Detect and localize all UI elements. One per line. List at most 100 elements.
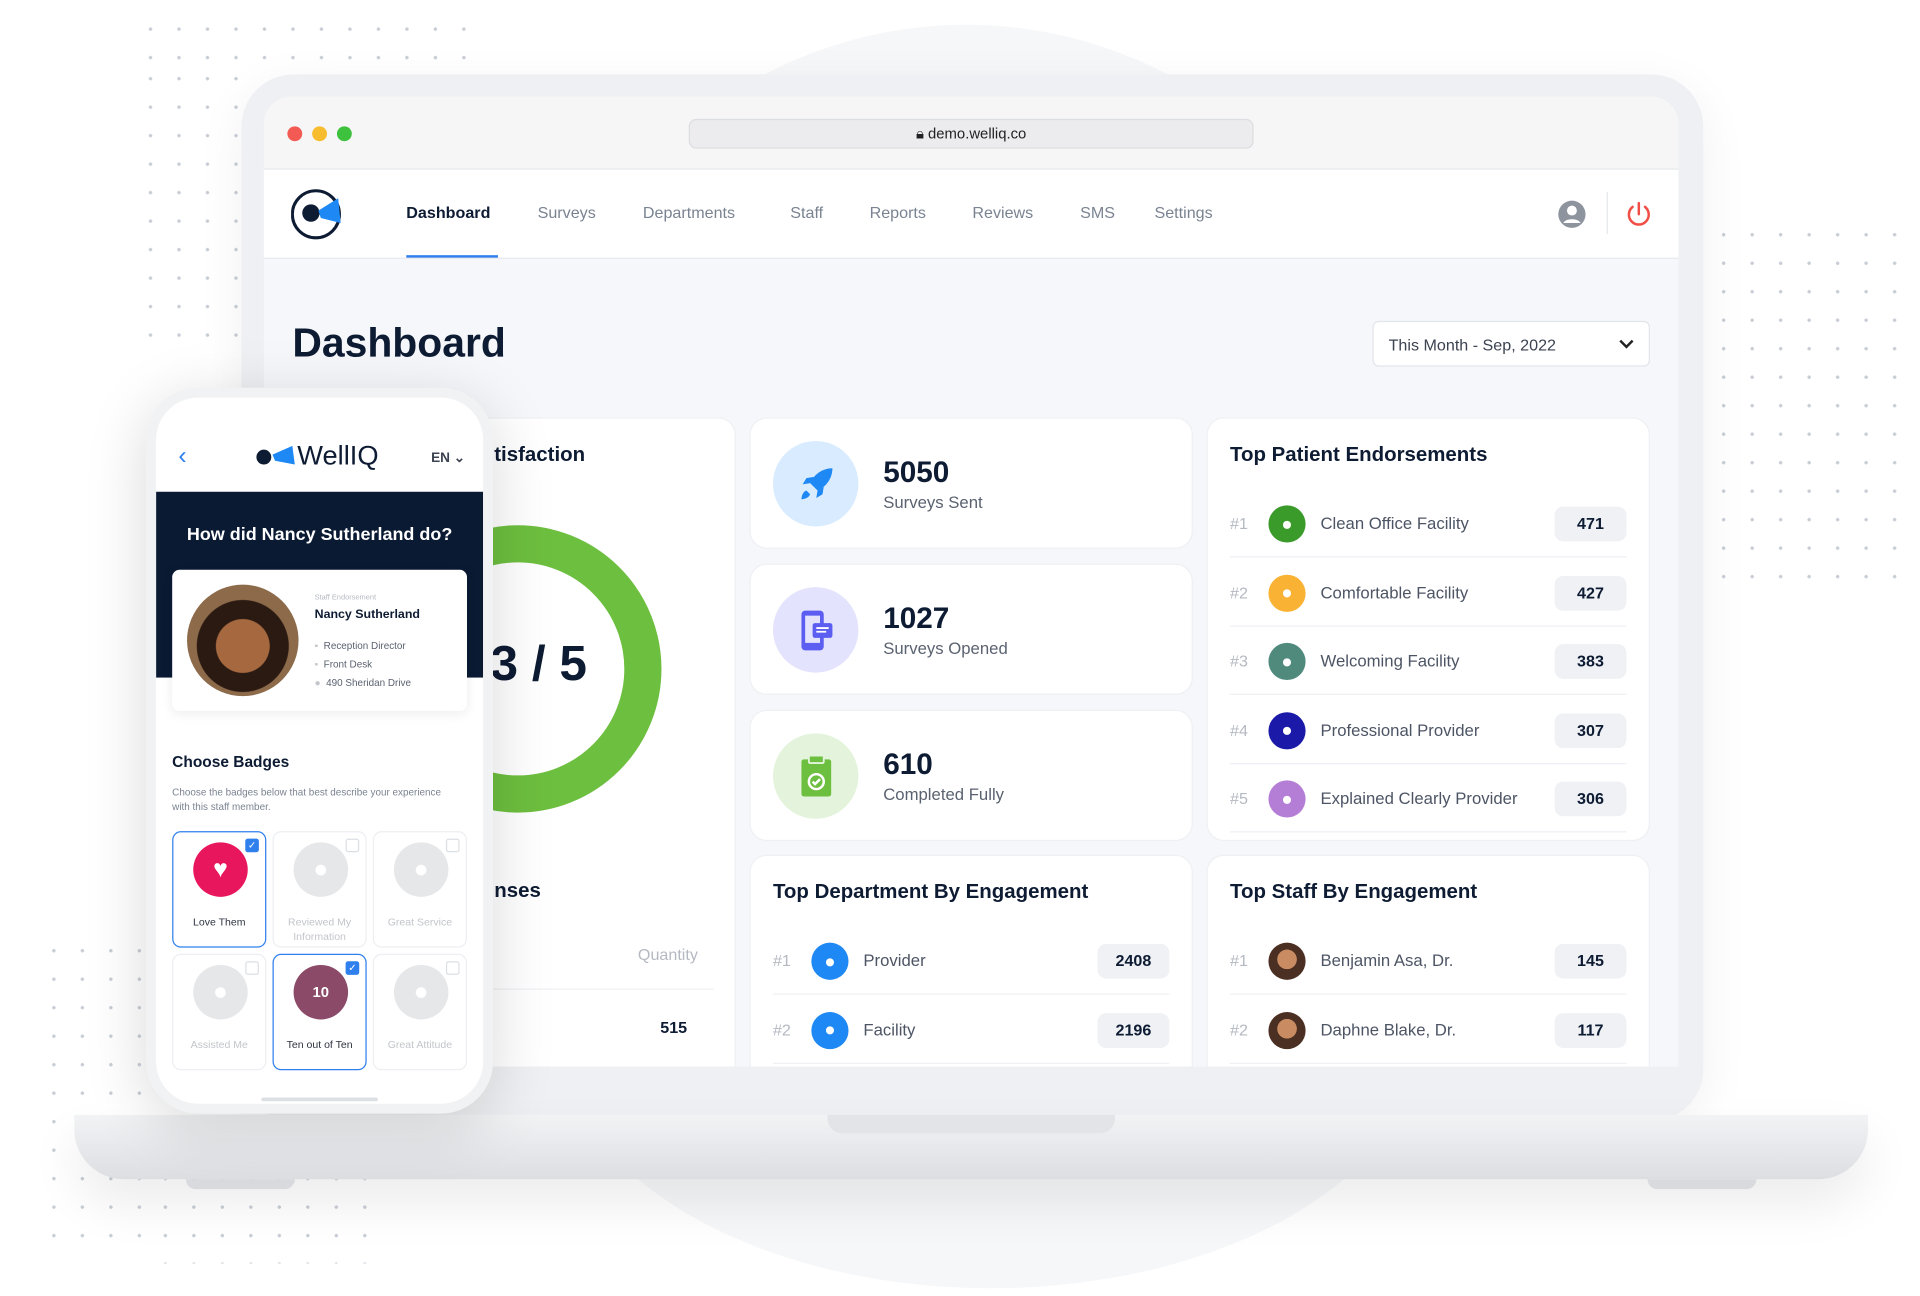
back-chevron-icon[interactable]: ‹	[178, 442, 186, 470]
date-filter-dropdown[interactable]: This Month - Sep, 2022	[1372, 320, 1650, 367]
item-count: 117	[1554, 1012, 1627, 1048]
stat-card-completed-fully: 610 Completed Fully	[749, 709, 1193, 842]
rank: #3	[1230, 651, 1248, 671]
welliq-logo[interactable]	[291, 188, 348, 240]
list-item[interactable]: #2 ● Comfortable Facility 427	[1230, 558, 1627, 627]
badge-checkbox[interactable]: ✓	[245, 838, 259, 853]
list-item[interactable]: #1 ● Provider 2408	[772, 927, 1170, 995]
divider	[1606, 192, 1608, 235]
dot-pattern	[39, 936, 152, 1259]
quantity-header: Quantity	[637, 945, 698, 964]
card-title: Top Department By Engagement	[772, 880, 1089, 904]
rank: #2	[1230, 1020, 1248, 1039]
top-nav: Dashboard Surveys Departments Staff Repo…	[263, 169, 1679, 259]
list-item[interactable]: #2 Daphne Blake, Dr. 117	[1230, 995, 1627, 1064]
close-window-button[interactable]	[287, 126, 303, 142]
handshake-icon: ●	[1268, 711, 1306, 749]
staff-avatar	[1268, 1011, 1306, 1049]
badge-checkbox[interactable]	[445, 838, 460, 853]
lock-icon: 🔒︎	[915, 125, 929, 143]
minimize-window-button[interactable]	[312, 126, 328, 142]
satisfaction-title: tisfaction	[494, 443, 586, 466]
nav-reviews[interactable]: Reviews	[972, 203, 1033, 222]
item-count: 2196	[1097, 1012, 1170, 1048]
card-title: Top Staff By Engagement	[1230, 880, 1478, 904]
building-icon: ▪︎	[314, 658, 319, 671]
item-label: Welcoming Facility	[1320, 651, 1460, 671]
badge-option[interactable]: 10 ✓ Ten out of Ten	[272, 953, 367, 1071]
badge-checkbox[interactable]	[345, 838, 360, 853]
item-label: Benjamin Asa, Dr.	[1320, 951, 1454, 970]
nav-sms[interactable]: SMS	[1080, 203, 1115, 222]
item-label: Professional Provider	[1320, 720, 1480, 739]
rank: #2	[772, 1020, 791, 1039]
badge-icon: ●	[293, 842, 349, 897]
badge-label: Great Attitude	[387, 1038, 453, 1051]
departments-card: Top Department By Engagement #1 ● Provide…	[749, 854, 1193, 1067]
user-account-icon[interactable]	[1557, 199, 1587, 229]
item-count: 427	[1554, 575, 1627, 611]
megaphone-logo-icon	[256, 445, 295, 465]
item-label: Explained Clearly Provider	[1320, 789, 1518, 808]
staff-profile-card: Staff Endorsement Nancy Sutherland ▪︎ Re…	[172, 569, 467, 712]
language-selector[interactable]: EN ⌄	[431, 450, 465, 466]
laptop-notch	[827, 1114, 1115, 1134]
address-bar[interactable]: 🔒︎ demo.welliq.co	[688, 118, 1254, 149]
nav-departments[interactable]: Departments	[643, 203, 735, 222]
rank: #1	[772, 951, 791, 970]
laptop-foot	[1647, 1179, 1757, 1190]
badge-option[interactable]: ● Great Service	[372, 831, 467, 948]
list-item[interactable]: #3 ● Welcoming Facility 383	[1230, 627, 1627, 695]
nav-surveys[interactable]: Surveys	[538, 203, 596, 222]
nav-dashboard[interactable]: Dashboard	[406, 203, 490, 222]
badge-label: Love Them	[193, 915, 246, 928]
dot-pattern	[136, 14, 484, 65]
people-talking-icon: ●	[1268, 780, 1306, 818]
mobile-chat-icon	[772, 587, 859, 673]
badge-label: Great Service	[387, 915, 453, 928]
nav-staff[interactable]: Staff	[790, 203, 823, 222]
list-item[interactable]: #1 ● Clean Office Facility 471	[1230, 489, 1627, 558]
nav-reports[interactable]: Reports	[870, 203, 926, 222]
badge-option[interactable]: ● Assisted Me	[172, 953, 267, 1071]
broom-icon: ●	[1268, 505, 1306, 543]
list-item[interactable]: #2 ● Facility 2196	[772, 995, 1170, 1064]
house-heart-icon: ●	[1268, 642, 1306, 681]
dot-pattern	[1709, 220, 1908, 593]
maximize-window-button[interactable]	[336, 126, 352, 142]
satisfaction-score: 3 / 5	[490, 636, 587, 692]
power-logout-icon[interactable]	[1624, 199, 1654, 229]
recliner-icon: ●	[1268, 574, 1306, 612]
nav-settings[interactable]: Settings	[1154, 203, 1212, 222]
list-item[interactable]: #1 Benjamin Asa, Dr. 145	[1230, 927, 1627, 995]
doctor-icon: ●	[811, 942, 849, 980]
rank: #1	[1230, 951, 1248, 970]
item-label: Comfortable Facility	[1320, 582, 1469, 602]
rank: #4	[1230, 720, 1248, 739]
badge-checkbox[interactable]: ✓	[345, 961, 360, 975]
badge-label: Assisted Me	[190, 1038, 248, 1051]
briefcase-icon: ▪︎	[314, 640, 319, 652]
active-tab-indicator	[406, 255, 498, 258]
item-count: 471	[1554, 506, 1627, 542]
divider	[490, 988, 714, 990]
item-count: 2408	[1097, 943, 1170, 979]
badge-option[interactable]: ♥ ✓ Love Them	[172, 831, 267, 948]
stat-card-surveys-sent: 5050 Surveys Sent	[749, 417, 1193, 549]
stat-value: 610	[883, 748, 933, 782]
list-item[interactable]: #5 ● Explained Clearly Provider 306	[1230, 764, 1627, 833]
badge-option[interactable]: ● Reviewed My Information	[272, 831, 367, 948]
item-count: 307	[1554, 712, 1627, 748]
card-title: Top Patient Endorsements	[1230, 443, 1488, 466]
badge-checkbox[interactable]	[245, 961, 259, 975]
stat-label: Surveys Sent	[883, 493, 983, 512]
item-label: Provider	[863, 951, 926, 970]
list-item[interactable]: #4 ● Professional Provider 307	[1230, 696, 1627, 764]
badge-label: Ten out of Ten	[286, 1038, 353, 1051]
rank: #2	[1230, 582, 1248, 602]
badge-icon: ●	[393, 964, 449, 1020]
chevron-down-icon	[1619, 339, 1634, 349]
badge-option[interactable]: ● Great Attitude	[372, 953, 467, 1071]
badge-checkbox[interactable]	[445, 961, 460, 975]
staff-avatar	[1268, 942, 1306, 980]
